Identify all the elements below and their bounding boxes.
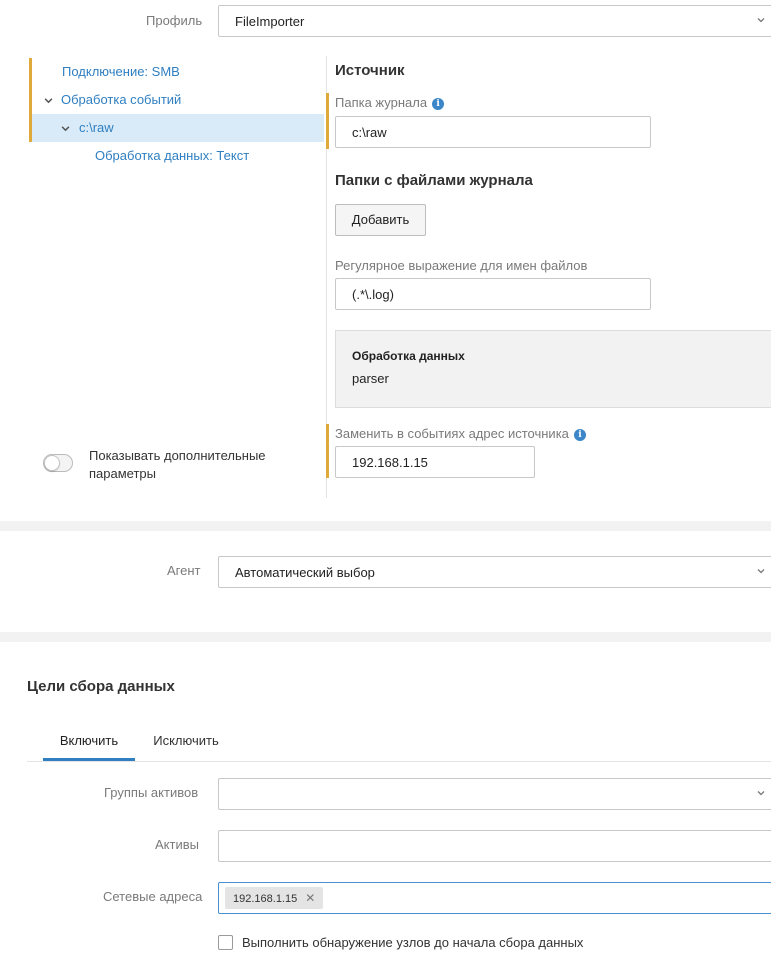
tree-item-label: Обработка событий bbox=[61, 92, 182, 107]
targets-title: Цели сбора данных bbox=[27, 678, 175, 695]
data-processing-panel[interactable]: Обработка данных parser bbox=[335, 330, 771, 408]
regex-value: (.*\.log) bbox=[352, 287, 394, 302]
assets-label: Активы bbox=[155, 837, 199, 852]
tree-item-event-processing[interactable]: Обработка событий bbox=[44, 92, 181, 107]
network-address-chip: 192.168.1.15 ✕ bbox=[225, 887, 324, 909]
advanced-toggle[interactable] bbox=[43, 454, 73, 472]
agent-label: Агент bbox=[167, 563, 201, 578]
chevron-down-icon bbox=[757, 18, 765, 23]
regex-label: Регулярное выражение для имен файлов bbox=[335, 258, 588, 273]
regex-input[interactable]: (.*\.log) bbox=[335, 278, 651, 310]
asset-groups-select[interactable] bbox=[218, 778, 771, 810]
replace-source-marker bbox=[326, 424, 329, 478]
log-folder-input[interactable]: c:\raw bbox=[335, 116, 651, 148]
tabs-underline bbox=[27, 761, 771, 762]
replace-source-input[interactable]: 192.168.1.15 bbox=[335, 446, 535, 478]
profile-select[interactable]: FileImporter bbox=[218, 5, 771, 37]
tab-include[interactable]: Включить bbox=[43, 727, 135, 761]
section-separator bbox=[0, 521, 771, 531]
replace-source-value: 192.168.1.15 bbox=[352, 455, 428, 470]
chevron-down-icon bbox=[61, 126, 70, 132]
tree-item-label: Обработка данных: Текст bbox=[95, 148, 250, 163]
assets-input[interactable] bbox=[218, 830, 771, 862]
data-processing-value: parser bbox=[352, 371, 389, 386]
close-icon[interactable]: ✕ bbox=[305, 891, 315, 905]
tree-item-raw-selected[interactable]: c:\raw bbox=[32, 114, 324, 142]
log-folder-label: Папка журнала i bbox=[335, 95, 445, 110]
agent-select[interactable]: Автоматический выбор bbox=[218, 556, 771, 588]
info-icon[interactable]: i bbox=[573, 428, 586, 441]
tree-item-label: c:\raw bbox=[79, 120, 114, 135]
add-folder-button[interactable]: Добавить bbox=[335, 204, 426, 236]
info-icon[interactable]: i bbox=[432, 97, 445, 110]
network-addresses-input[interactable]: 192.168.1.15 ✕ bbox=[218, 882, 771, 914]
discovery-checkbox[interactable] bbox=[218, 935, 233, 950]
source-title: Источник bbox=[335, 62, 405, 79]
log-folder-marker bbox=[326, 93, 329, 149]
tree-item-text-processing[interactable]: Обработка данных: Текст bbox=[95, 148, 249, 163]
discovery-label: Выполнить обнаружение узлов до начала сб… bbox=[242, 935, 584, 950]
chevron-down-icon bbox=[757, 791, 765, 796]
tree-item-smb[interactable]: Подключение: SMB bbox=[62, 64, 180, 79]
chevron-down-icon bbox=[44, 98, 53, 104]
asset-groups-label: Группы активов bbox=[104, 785, 199, 800]
replace-source-label: Заменить в событиях адрес источника i bbox=[335, 426, 586, 441]
log-folders-title: Папки с файлами журнала bbox=[335, 172, 533, 189]
data-processing-title: Обработка данных bbox=[352, 349, 465, 363]
tab-exclude[interactable]: Исключить bbox=[140, 727, 232, 761]
advanced-toggle-label: Показывать дополнительные параметры bbox=[89, 448, 266, 481]
profile-value: FileImporter bbox=[235, 14, 305, 29]
chevron-down-icon bbox=[757, 569, 765, 574]
section-separator bbox=[0, 632, 771, 642]
tree-item-label: Подключение: SMB bbox=[62, 64, 180, 79]
toggle-knob bbox=[44, 455, 60, 471]
network-addresses-label: Сетевые адреса bbox=[103, 889, 203, 904]
log-folder-value: c:\raw bbox=[352, 125, 387, 140]
agent-value: Автоматический выбор bbox=[235, 565, 375, 580]
profile-label: Профиль bbox=[146, 13, 203, 28]
